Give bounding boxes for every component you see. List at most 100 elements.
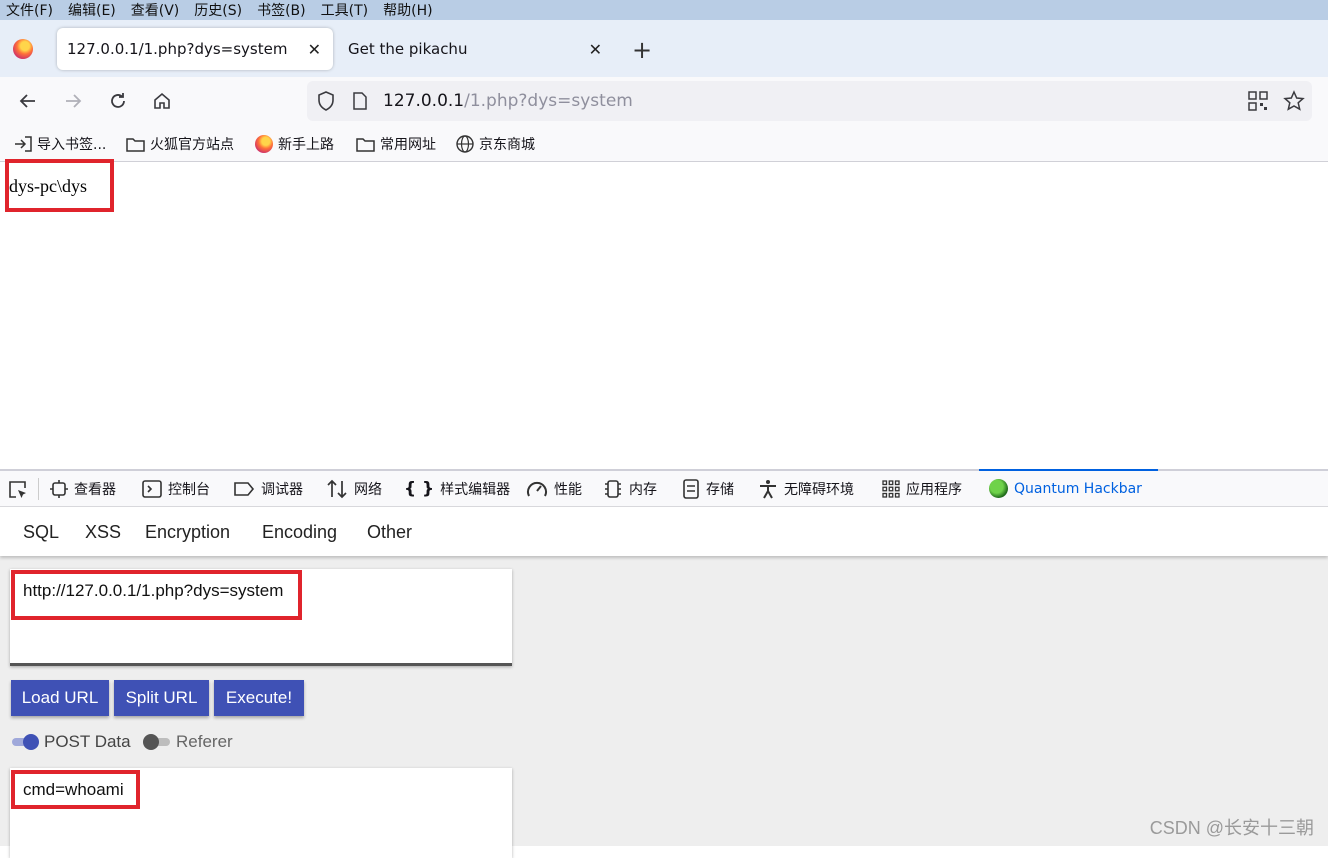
back-icon[interactable] — [16, 89, 40, 113]
devtools-tab-inspector[interactable]: 查看器 — [50, 479, 116, 499]
hackbar-menu: SQL XSS Encryption Encoding Other — [0, 507, 1328, 556]
hackbar-menu-encoding[interactable]: Encoding — [262, 522, 337, 543]
hackbar-panel: http://127.0.0.1/1.php?dys=system Load U… — [0, 556, 1328, 858]
highlight-box — [11, 770, 140, 809]
firefox-icon — [255, 135, 273, 153]
devtools-tab-label: Quantum Hackbar — [1014, 480, 1142, 497]
bookmark-label: 导入书签... — [37, 137, 107, 153]
tab-active[interactable]: 127.0.0.1/1.php?dys=system ✕ — [57, 28, 333, 70]
storage-icon — [682, 479, 700, 499]
toggle-label: POST Data — [44, 732, 131, 751]
star-icon[interactable] — [1283, 90, 1305, 116]
devtools-tab-quantum-hackbar[interactable]: Quantum Hackbar — [989, 479, 1142, 498]
devtools-tab-label: 内存 — [629, 482, 657, 498]
devtools-tab-performance[interactable]: 性能 — [526, 479, 582, 499]
devtools-tab-label: 应用程序 — [906, 482, 962, 498]
element-picker-icon[interactable] — [8, 480, 28, 504]
devtools-tab-accessibility[interactable]: 无障碍环境 — [758, 479, 854, 499]
devtools-tab-storage[interactable]: 存储 — [682, 479, 734, 499]
tab-title: 127.0.0.1/1.php?dys=system — [67, 40, 288, 58]
devtools-tab-application[interactable]: 应用程序 — [882, 479, 962, 499]
reload-icon[interactable] — [106, 89, 130, 113]
tab-strip: 127.0.0.1/1.php?dys=system ✕ Get the pik… — [0, 20, 1328, 77]
braces-icon: { } — [404, 479, 435, 499]
devtools-tab-label: 性能 — [554, 482, 582, 498]
bookmarks-toolbar: 导入书签... 火狐官方站点 新手上路 常用网址 京东商城 — [0, 126, 1328, 162]
navigation-bar: 127.0.0.1/1.php?dys=system — [0, 77, 1328, 126]
home-icon[interactable] — [150, 89, 174, 113]
toggle-track — [12, 734, 39, 750]
menu-edit[interactable]: 编辑(E) — [68, 0, 116, 20]
folder-icon — [126, 137, 145, 152]
bookmark-import[interactable]: 导入书签... — [14, 134, 106, 154]
menu-bar: 文件(F) 编辑(E) 查看(V) 历史(S) 书签(B) 工具(T) 帮助(H… — [0, 0, 1328, 20]
menu-history[interactable]: 历史(S) — [194, 0, 242, 20]
grid-icon — [882, 480, 900, 498]
url-text[interactable]: 127.0.0.1/1.php?dys=system — [383, 91, 633, 111]
devtools-tab-network[interactable]: 网络 — [326, 479, 382, 499]
devtools-tab-label: 样式编辑器 — [440, 482, 511, 498]
tab-pikachu[interactable]: Get the pikachu ✕ — [338, 28, 614, 70]
post-data-toggle[interactable]: POST Data — [12, 732, 131, 752]
devtools-tab-label: 控制台 — [168, 482, 210, 498]
close-icon[interactable]: ✕ — [589, 40, 602, 59]
devtools-tab-style-editor[interactable]: { } 样式编辑器 — [404, 479, 510, 499]
divider — [38, 478, 39, 500]
address-bar[interactable]: 127.0.0.1/1.php?dys=system — [307, 81, 1312, 121]
hackbar-menu-other[interactable]: Other — [367, 522, 412, 543]
devtools-tab-label: 无障碍环境 — [784, 482, 854, 498]
url-path: /1.php?dys=system — [464, 91, 633, 111]
bookmark-getting-started[interactable]: 新手上路 — [255, 134, 334, 154]
devtools-tab-label: 查看器 — [74, 482, 116, 498]
hackbar-menu-sql[interactable]: SQL — [23, 522, 59, 543]
gauge-icon — [526, 480, 548, 498]
toggle-track — [143, 734, 170, 750]
split-url-button[interactable]: Split URL — [114, 680, 209, 716]
page-icon[interactable] — [352, 92, 368, 114]
hackbar-menu-encryption[interactable]: Encryption — [145, 522, 230, 543]
menu-bookmarks[interactable]: 书签(B) — [257, 0, 306, 20]
menu-help[interactable]: 帮助(H) — [383, 0, 432, 20]
referer-toggle[interactable]: Referer — [143, 732, 233, 752]
bookmark-label: 火狐官方站点 — [150, 137, 234, 153]
load-url-button[interactable]: Load URL — [11, 680, 109, 716]
devtools-tab-label: 调试器 — [261, 482, 303, 498]
highlight-box — [11, 570, 302, 620]
debugger-icon — [233, 481, 255, 497]
bookmark-common-sites[interactable]: 常用网址 — [356, 134, 436, 154]
inspector-icon — [50, 480, 68, 498]
new-tab-icon[interactable]: + — [632, 36, 652, 64]
folder-icon — [356, 137, 375, 152]
globe-icon — [456, 135, 474, 153]
devtools-tab-label: 存储 — [706, 482, 734, 498]
accessibility-icon — [758, 479, 778, 499]
toggle-label: Referer — [176, 732, 233, 751]
menu-view[interactable]: 查看(V) — [131, 0, 180, 20]
close-icon[interactable]: ✕ — [308, 40, 321, 59]
url-host: 127.0.0.1 — [383, 91, 465, 111]
hackbar-menu-xss[interactable]: XSS — [85, 522, 121, 543]
tab-title: Get the pikachu — [348, 40, 468, 58]
firefox-icon[interactable] — [13, 39, 33, 59]
bookmark-label: 常用网址 — [380, 137, 436, 153]
devtools-tab-memory[interactable]: 内存 — [603, 479, 657, 499]
import-icon — [14, 136, 32, 152]
hackbar-icon — [989, 479, 1008, 498]
bookmark-firefox-site[interactable]: 火狐官方站点 — [126, 134, 234, 154]
network-icon — [326, 479, 348, 499]
page-content: dys-pc\dys — [0, 159, 1328, 469]
shield-icon[interactable] — [317, 91, 335, 115]
menu-tools[interactable]: 工具(T) — [321, 0, 368, 20]
console-icon — [142, 480, 162, 498]
bookmark-label: 新手上路 — [278, 137, 334, 153]
devtools-tab-console[interactable]: 控制台 — [142, 479, 210, 499]
devtools-tab-debugger[interactable]: 调试器 — [233, 479, 303, 499]
bookmark-jd[interactable]: 京东商城 — [456, 134, 535, 154]
forward-icon[interactable] — [61, 89, 85, 113]
execute-button[interactable]: Execute! — [214, 680, 304, 716]
active-tab-indicator — [979, 469, 1158, 471]
menu-file[interactable]: 文件(F) — [6, 0, 53, 20]
qr-code-icon[interactable] — [1248, 91, 1268, 115]
watermark: CSDN @长安十三朝 — [1149, 818, 1314, 838]
memory-icon — [603, 479, 623, 499]
